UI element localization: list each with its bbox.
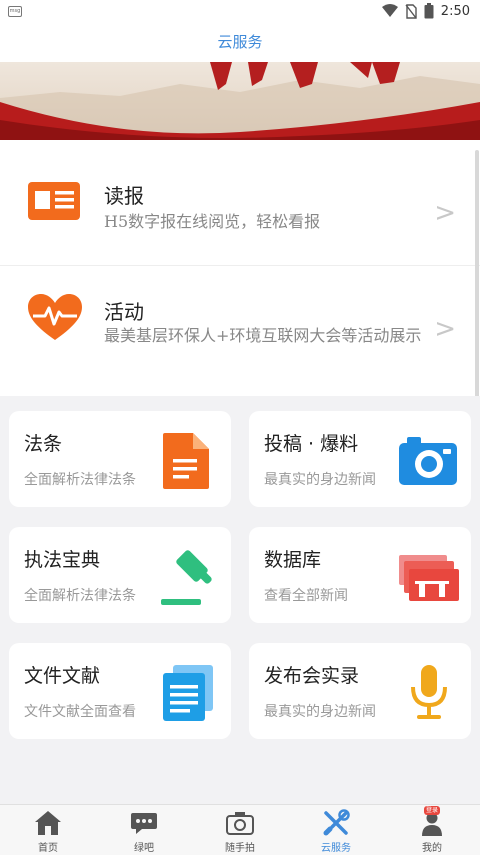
chevron-right-icon: > <box>434 314 456 344</box>
card-database[interactable]: 数据库 查看全部新闻 <box>249 527 471 623</box>
banner-art <box>0 62 480 140</box>
tab-label: 绿吧 <box>134 843 154 854</box>
document-icon <box>163 433 209 489</box>
tab-home[interactable]: 首页 <box>0 805 96 855</box>
chevron-right-icon: > <box>434 198 456 228</box>
list-item-subtitle: H5数字报在线阅览，轻松看报 <box>104 212 321 231</box>
heart-pulse-icon <box>28 294 82 340</box>
newspaper-icon <box>28 182 80 220</box>
tab-snapshot[interactable]: 随手拍 <box>192 805 288 855</box>
tab-label: 我的 <box>422 843 442 854</box>
tab-green-bar[interactable]: 绿吧 <box>96 805 192 855</box>
card-submit-news[interactable]: 投稿 · 爆料 最真实的身边新闻 <box>249 411 471 507</box>
card-subtitle: 全面解析法律法条 <box>24 588 136 604</box>
database-icon <box>399 555 459 601</box>
list-item-activity[interactable]: 活动 最美基层环保人+环境互联网大会等活动展示 > <box>0 268 480 386</box>
banner-image[interactable] <box>0 62 480 140</box>
sim-icon: msg <box>8 6 22 17</box>
tab-label: 随手拍 <box>225 843 255 854</box>
no-sim-icon <box>405 3 417 19</box>
card-title: 文件文献 <box>24 665 101 687</box>
files-icon <box>163 665 213 721</box>
battery-icon <box>424 3 434 19</box>
scrollbar[interactable] <box>475 150 479 405</box>
chat-icon <box>131 813 157 834</box>
tab-label: 云服务 <box>321 843 351 854</box>
status-icons: 2:50 <box>381 3 470 19</box>
title-bar: 云服务 <box>0 24 480 62</box>
card-subtitle: 最真实的身边新闻 <box>264 704 376 720</box>
login-badge: 登录 <box>424 806 441 815</box>
tab-cloud-service[interactable]: 云服务 <box>288 805 384 855</box>
tab-mine[interactable]: 登录 我的 <box>384 805 480 855</box>
card-subtitle: 查看全部新闻 <box>264 588 348 604</box>
gavel-icon <box>161 550 212 605</box>
card-title: 发布会实录 <box>264 665 360 687</box>
tools-icon <box>323 809 350 836</box>
wifi-icon <box>381 4 398 17</box>
card-title: 数据库 <box>264 549 322 571</box>
card-law[interactable]: 法条 全面解析法律法条 <box>9 411 231 507</box>
card-title: 法条 <box>24 433 63 455</box>
list-item-title: 读报 <box>104 184 144 208</box>
list-item-subtitle: 最美基层环保人+环境互联网大会等活动展示 <box>104 326 422 345</box>
list-item-title: 活动 <box>104 300 144 324</box>
card-title: 投稿 · 爆料 <box>264 433 359 455</box>
card-subtitle: 全面解析法律法条 <box>24 472 136 488</box>
bottom-tab-bar: 首页 绿吧 随手拍 云服务 登录 我的 <box>0 804 480 855</box>
card-documents[interactable]: 文件文献 文件文献全面查看 <box>9 643 231 739</box>
page-title: 云服务 <box>217 33 263 51</box>
card-subtitle: 最真实的身边新闻 <box>264 472 376 488</box>
clock: 2:50 <box>440 3 470 19</box>
card-press-records[interactable]: 发布会实录 最真实的身边新闻 <box>249 643 471 739</box>
camera-icon <box>399 437 457 485</box>
home-icon <box>35 811 61 835</box>
microphone-icon <box>411 665 447 719</box>
list-item-read-newspaper[interactable]: 读报 H5数字报在线阅览，轻松看报 > <box>0 150 480 266</box>
tab-label: 首页 <box>38 843 58 854</box>
card-law-handbook[interactable]: 执法宝典 全面解析法律法条 <box>9 527 231 623</box>
status-bar: msg 2:50 <box>0 0 480 24</box>
card-subtitle: 文件文献全面查看 <box>24 704 136 720</box>
camera-icon <box>226 812 254 835</box>
card-title: 执法宝典 <box>24 549 101 571</box>
